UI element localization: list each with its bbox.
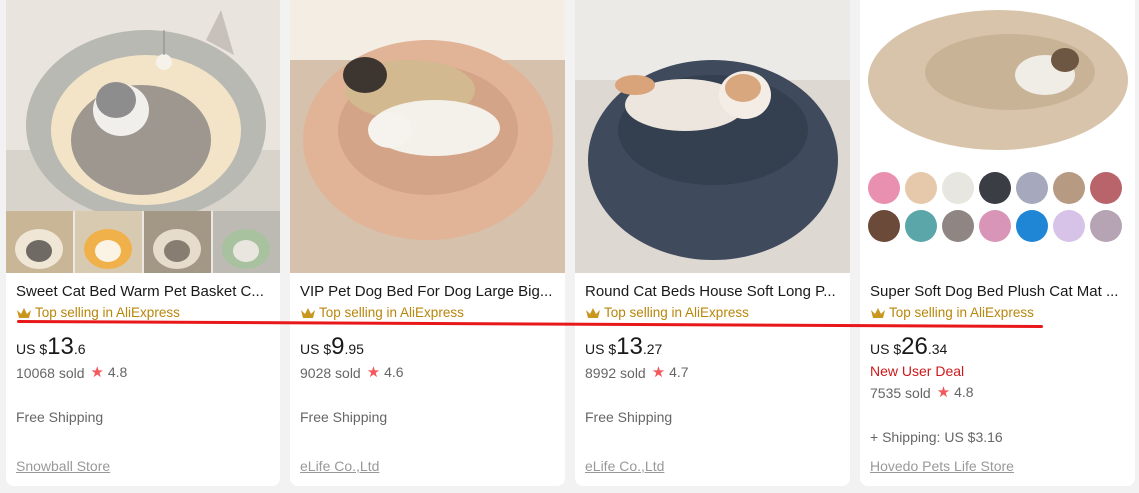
crown-icon	[17, 308, 31, 318]
color-swatch	[979, 172, 1011, 204]
color-swatch	[868, 172, 900, 204]
color-swatch	[1016, 210, 1048, 242]
rating-value: 4.8	[107, 364, 128, 380]
color-swatches	[868, 172, 1128, 242]
color-swatch	[979, 210, 1011, 242]
badge-label: Top selling in AliExpress	[319, 305, 464, 320]
product-title[interactable]: Round Cat Beds House Soft Long P...	[585, 283, 840, 301]
sold-count: 7535 sold	[870, 384, 931, 401]
price: US $ 13 .6	[16, 334, 270, 360]
rating-value: 4.8	[954, 384, 974, 400]
product-card[interactable]: VIP Pet Dog Bed For Dog Large Big... Top…	[290, 0, 565, 486]
sold-count: 8992 sold	[585, 364, 646, 381]
product-title[interactable]: Sweet Cat Bed Warm Pet Basket C...	[16, 283, 270, 301]
price: US $ 26 .34	[870, 334, 1125, 360]
store-link[interactable]: eLife Co.,Ltd	[300, 458, 379, 474]
crown-icon	[586, 308, 600, 318]
color-swatch	[905, 210, 937, 242]
crown-icon	[871, 308, 885, 318]
color-swatch	[1053, 172, 1085, 204]
color-swatch	[905, 172, 937, 204]
color-swatch	[1090, 210, 1122, 242]
rating-value: 4.6	[384, 364, 404, 380]
product-image[interactable]	[6, 0, 280, 273]
dog-bed-image	[290, 0, 565, 273]
price-currency: US $	[870, 341, 902, 357]
product-grid: Sweet Cat Bed Warm Pet Basket C... Top s…	[6, 0, 1135, 486]
sales-rating: 10068 sold ★ 4.8	[16, 363, 270, 382]
shipping-info: Free Shipping	[16, 409, 104, 425]
price-decimal: .34	[927, 341, 948, 357]
store-link[interactable]: Hovedo Pets Life Store	[870, 458, 1014, 474]
star-icon: ★	[936, 384, 951, 401]
price-decimal: .95	[344, 341, 364, 357]
rating-value: 4.7	[669, 364, 689, 380]
star-icon: ★	[651, 364, 666, 381]
price-integer: 26	[901, 333, 928, 360]
product-title[interactable]: VIP Pet Dog Bed For Dog Large Big...	[300, 283, 555, 301]
store-link[interactable]: eLife Co.,Ltd	[585, 458, 664, 474]
price-currency: US $	[300, 341, 332, 357]
thumbnail	[6, 211, 73, 273]
shipping-info: + Shipping: US $3.16	[870, 429, 1003, 445]
color-swatch	[1090, 172, 1122, 204]
new-user-deal[interactable]: New User Deal	[870, 362, 1125, 380]
product-image[interactable]	[860, 0, 1135, 273]
thumbnail-strip	[6, 211, 280, 273]
store-link[interactable]: Snowball Store	[16, 458, 110, 474]
top-selling-badge: Top selling in AliExpress	[870, 305, 1125, 321]
badge-label: Top selling in AliExpress	[604, 305, 749, 320]
plush-bed-image	[860, 0, 1135, 170]
color-swatch	[1053, 210, 1085, 242]
product-card[interactable]: Super Soft Dog Bed Plush Cat Mat ... Top…	[860, 0, 1135, 486]
product-image[interactable]	[290, 0, 565, 273]
price-currency: US $	[585, 341, 617, 357]
product-card[interactable]: Sweet Cat Bed Warm Pet Basket C... Top s…	[6, 0, 280, 486]
cat-bed-image	[6, 0, 280, 220]
sold-count: 10068 sold	[16, 364, 85, 381]
price-decimal: .27	[642, 341, 663, 357]
price-integer: 13	[616, 333, 643, 360]
sales-rating: 7535 sold ★ 4.8	[870, 383, 1125, 402]
sold-count: 9028 sold	[300, 364, 361, 381]
badge-label: Top selling in AliExpress	[889, 305, 1034, 320]
badge-label: Top selling in AliExpress	[35, 305, 180, 320]
crown-icon	[301, 308, 315, 318]
color-swatch	[868, 210, 900, 242]
product-title[interactable]: Super Soft Dog Bed Plush Cat Mat ...	[870, 283, 1125, 301]
price-integer: 13	[47, 333, 74, 360]
price-decimal: .6	[73, 341, 86, 357]
sales-rating: 8992 sold ★ 4.7	[585, 363, 840, 382]
shipping-info: Free Shipping	[300, 409, 388, 425]
sales-rating: 9028 sold ★ 4.6	[300, 363, 555, 382]
color-swatch	[942, 210, 974, 242]
price-integer: 9	[331, 333, 345, 360]
star-icon: ★	[366, 364, 381, 381]
color-swatch	[1016, 172, 1048, 204]
top-selling-badge: Top selling in AliExpress	[16, 305, 270, 321]
color-swatch	[942, 172, 974, 204]
product-card[interactable]: Round Cat Beds House Soft Long P... Top …	[575, 0, 850, 486]
price-currency: US $	[16, 341, 48, 357]
shipping-info: Free Shipping	[585, 409, 673, 425]
price: US $ 9 .95	[300, 334, 555, 360]
round-cat-bed-image	[575, 0, 850, 273]
thumbnail	[144, 211, 211, 273]
thumbnail	[213, 211, 280, 273]
top-selling-badge: Top selling in AliExpress	[585, 305, 840, 321]
price: US $ 13 .27	[585, 334, 840, 360]
thumbnail	[75, 211, 142, 273]
star-icon: ★	[90, 364, 104, 381]
top-selling-badge: Top selling in AliExpress	[300, 305, 555, 321]
product-image[interactable]	[575, 0, 850, 273]
